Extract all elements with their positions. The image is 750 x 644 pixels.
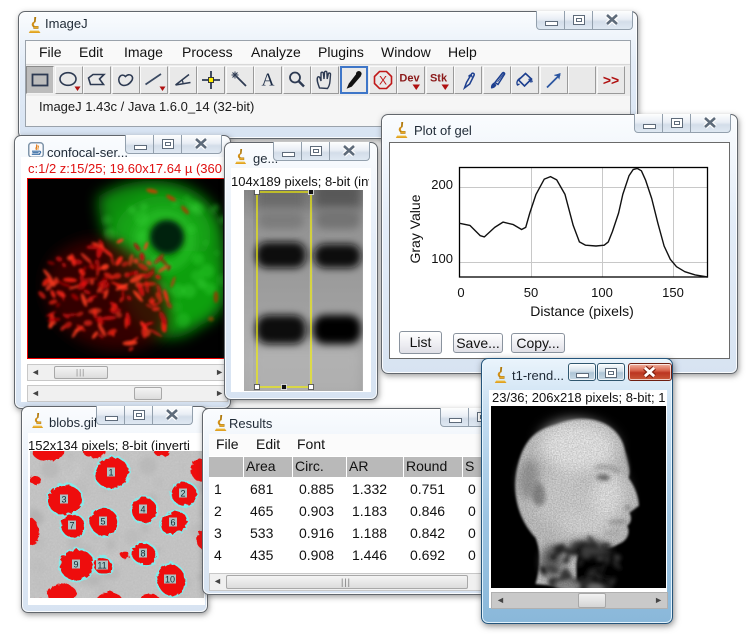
- svg-text:7: 7: [69, 521, 74, 531]
- svg-text:11: 11: [97, 561, 106, 571]
- svg-text:>>: >>: [603, 72, 619, 88]
- svg-text:100: 100: [591, 285, 613, 300]
- svg-text:6: 6: [170, 518, 175, 528]
- svg-text:Gray Value: Gray Value: [407, 194, 423, 263]
- svg-text:0: 0: [457, 285, 464, 300]
- svg-text:8: 8: [140, 549, 145, 559]
- svg-text:3: 3: [61, 495, 66, 505]
- svg-text:Dev: Dev: [399, 73, 420, 85]
- svg-text:Distance (pixels): Distance (pixels): [530, 303, 633, 319]
- svg-text:A: A: [262, 70, 275, 90]
- svg-text:2: 2: [180, 489, 185, 499]
- svg-text:1: 1: [108, 468, 113, 478]
- svg-text:100: 100: [431, 251, 453, 266]
- svg-text:4: 4: [140, 505, 145, 515]
- svg-text:150: 150: [662, 285, 684, 300]
- svg-text:Stk: Stk: [430, 73, 448, 85]
- svg-text:200: 200: [431, 177, 453, 192]
- svg-text:X: X: [379, 74, 387, 88]
- svg-text:50: 50: [524, 285, 538, 300]
- svg-text:9: 9: [73, 560, 78, 570]
- svg-text:10: 10: [165, 575, 175, 585]
- svg-text:5: 5: [100, 517, 105, 527]
